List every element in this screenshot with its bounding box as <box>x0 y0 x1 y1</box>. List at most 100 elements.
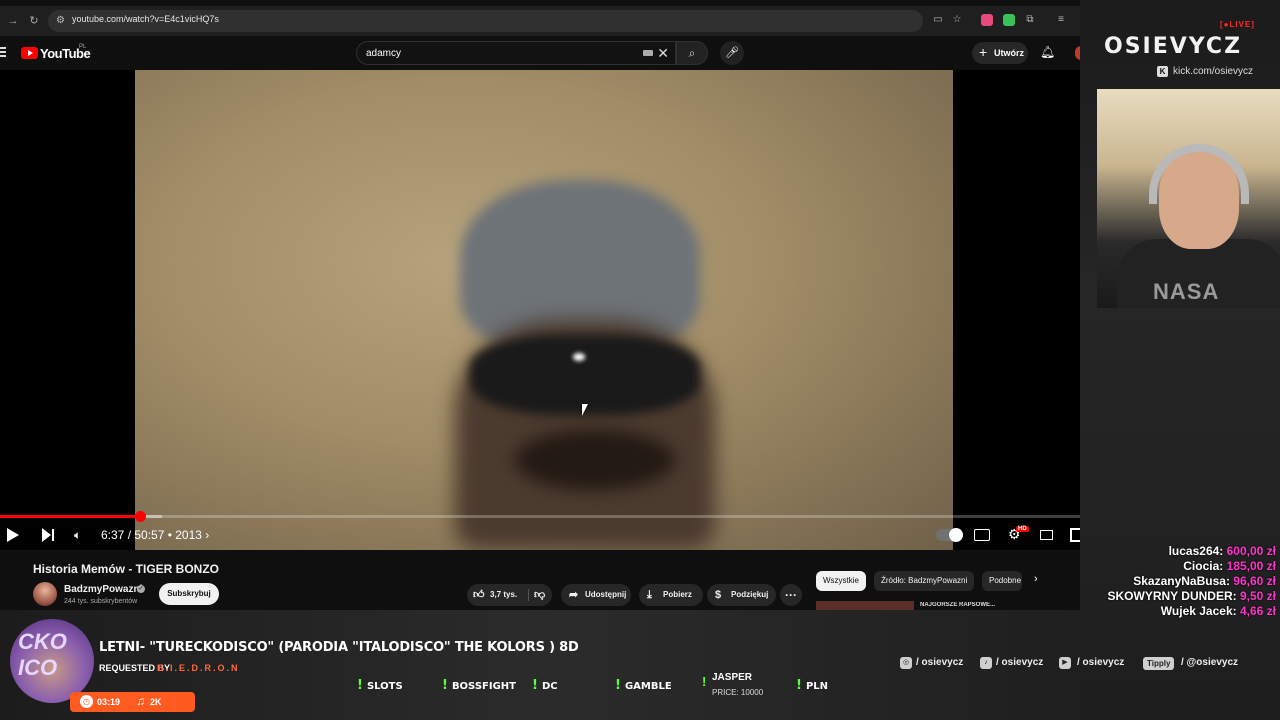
tab-search-icon[interactable]: ≡ <box>1055 14 1067 26</box>
kick-link: kick.com/osievycz <box>1173 66 1254 77</box>
chat-command: ! DC <box>532 678 558 693</box>
song-play-count: 2K <box>150 697 162 707</box>
download-label: Pobierz <box>663 590 692 599</box>
donation-item: Ciocia: 185,00 zł <box>1183 559 1276 573</box>
address-bar[interactable]: ⚙ youtube.com/watch?v=E4c1vicHQ7s <box>48 10 923 32</box>
menu-icon[interactable] <box>0 47 6 57</box>
tipply-handle: / @osievycz <box>1181 657 1239 668</box>
create-button[interactable]: + Utwórz <box>972 42 1028 64</box>
notifications-bell-icon[interactable]: 🔔︎ <box>1040 45 1055 59</box>
subscribe-button[interactable]: Subskrybuj <box>159 583 219 605</box>
song-duration: 03:19 <box>97 697 121 707</box>
next-button[interactable] <box>42 528 56 542</box>
chat-command: ! SLOTS <box>357 678 403 693</box>
kick-logo-icon: K <box>1157 66 1168 77</box>
clock-icon: ◷ <box>80 695 93 708</box>
like-count[interactable]: 3,7 tys. <box>490 584 517 606</box>
youtube-icon: ▶ <box>1059 657 1071 669</box>
share-button[interactable]: ➦ Udostępnij <box>561 584 631 606</box>
keyboard-icon[interactable] <box>643 50 653 56</box>
chevron-right-icon[interactable]: › <box>1034 573 1038 585</box>
song-meta-badge: ◷ 03:19 ♫ 2K <box>70 692 195 712</box>
instagram-handle: / osievycz <box>916 657 964 668</box>
shirt-text: NASA <box>1153 279 1220 304</box>
thumbs-down-icon[interactable]: 👎︎ <box>534 584 545 606</box>
download-icon: ⤓ <box>647 589 652 601</box>
super-thanks-icon: $ <box>715 589 722 601</box>
fullscreen-button[interactable] <box>1070 528 1080 542</box>
region-code: PL <box>79 44 87 50</box>
youtube-header: YouTube PL adamcy ✕ ⌕ 🎤︎ + Utwórz 🔔︎ <box>0 36 1080 70</box>
related-video-thumbnail[interactable] <box>816 601 914 610</box>
search-icon: ⌕ <box>688 46 696 60</box>
reload-icon[interactable]: ↻ <box>27 14 41 28</box>
hd-badge: HD <box>1016 526 1029 532</box>
channel-avatar[interactable] <box>33 582 57 606</box>
progress-bar[interactable] <box>0 511 1080 522</box>
autoplay-toggle[interactable] <box>936 528 963 542</box>
cast-icon[interactable]: ▭ <box>932 14 944 26</box>
subtitles-button[interactable] <box>974 529 990 541</box>
thanks-button[interactable]: $ Podziękuj <box>707 584 776 606</box>
forward-icon[interactable]: → <box>6 14 20 28</box>
song-art-text: CKO ICO <box>18 629 67 680</box>
chip-related[interactable]: Podobne <box>982 571 1022 591</box>
voice-search-button[interactable]: 🎤︎ <box>720 41 744 65</box>
tipply-logo: Tipply <box>1143 657 1175 670</box>
tiktok-handle: / osievycz <box>996 657 1044 668</box>
extensions-puzzle-icon[interactable]: ⧉ <box>1024 14 1036 26</box>
donation-list: lucas264: 600,00 zł Ciocia: 185,00 zł Sk… <box>1090 544 1277 619</box>
exclamation-icon: ! <box>615 678 621 693</box>
more-actions-button[interactable]: ··· <box>780 584 802 606</box>
address-url: youtube.com/watch?v=E4c1vicHQ7s <box>72 14 219 24</box>
tiktok-icon: ♪ <box>980 657 992 669</box>
song-title: LETNI- "TURECKODISCO" (PARODIA "ITALODIS… <box>99 640 579 655</box>
exclamation-icon: ! <box>532 678 538 693</box>
exclamation-icon: ! <box>796 678 802 693</box>
channel-name[interactable]: BadzmyPowazni <box>64 584 142 595</box>
chat-command: ! GAMBLE <box>615 678 672 693</box>
mouse-cursor-icon <box>582 404 588 416</box>
browser-window: → ↻ ⚙ youtube.com/watch?v=E4c1vicHQ7s ▭ … <box>0 0 1080 610</box>
thumbs-up-icon[interactable]: 👍︎ <box>473 584 485 606</box>
command-label: JASPER <box>712 672 753 683</box>
youtube-logo-icon[interactable] <box>21 47 38 59</box>
chip-source[interactable]: Źródło: BadzmyPowazni <box>874 571 975 591</box>
search-input[interactable]: adamcy ✕ <box>356 41 676 65</box>
share-arrow-icon: ➦ <box>569 589 579 601</box>
verified-check-icon: ✓ <box>137 585 145 593</box>
play-button[interactable] <box>7 528 19 542</box>
exclamation-icon: ! <box>357 678 363 693</box>
site-info-icon[interactable]: ⚙ <box>56 15 68 27</box>
share-label: Udostępnij <box>585 590 627 599</box>
time-display[interactable]: 6:37 / 50:57 • 2013 › <box>101 528 209 542</box>
chat-command: ! PLN <box>796 678 829 693</box>
theater-mode-button[interactable] <box>1040 530 1053 540</box>
download-button[interactable]: ⤓ Pobierz <box>639 584 703 606</box>
extension-green-icon[interactable] <box>1003 14 1015 26</box>
live-badge: [●LIVE] <box>1220 20 1255 29</box>
bookmark-star-icon[interactable]: ☆ <box>951 14 963 26</box>
plus-icon: + <box>979 44 988 60</box>
music-note-icon: ♫ <box>136 694 145 708</box>
search-button[interactable]: ⌕ <box>676 41 708 65</box>
volume-icon[interactable]: 🔈︎ <box>74 528 88 542</box>
streamer-brand: OSIEVYCZ <box>1104 34 1243 59</box>
clear-search-icon[interactable]: ✕ <box>657 45 669 61</box>
like-dislike-group: 👍︎ 3,7 tys. 👎︎ <box>467 584 552 606</box>
create-label: Utwórz <box>994 48 1024 58</box>
donation-item: lucas264: 600,00 zł <box>1168 544 1276 558</box>
extension-red-icon[interactable] <box>981 14 993 26</box>
song-album-art: CKO ICO <box>10 619 94 703</box>
like-divider <box>528 589 529 601</box>
microphone-icon: 🎤︎ <box>725 47 739 59</box>
donation-item: SkazanyNaBusa: 96,60 zł <box>1133 574 1276 588</box>
video-content-sunglasses <box>470 335 700 415</box>
video-frame[interactable] <box>135 70 953 550</box>
video-player[interactable]: 🔈︎ 6:37 / 50:57 • 2013 › ⚙ HD <box>0 70 1080 550</box>
browser-toolbar: → ↻ ⚙ youtube.com/watch?v=E4c1vicHQ7s ▭ … <box>0 6 1080 36</box>
instagram-icon: ◎ <box>900 657 912 669</box>
related-video-title[interactable]: NAJGORSZE RAPSOWE... <box>920 602 1050 610</box>
chip-all[interactable]: Wszystkie <box>816 571 866 591</box>
donation-item: SKOWYRNY DUNDER: 9,50 zł <box>1107 589 1277 603</box>
